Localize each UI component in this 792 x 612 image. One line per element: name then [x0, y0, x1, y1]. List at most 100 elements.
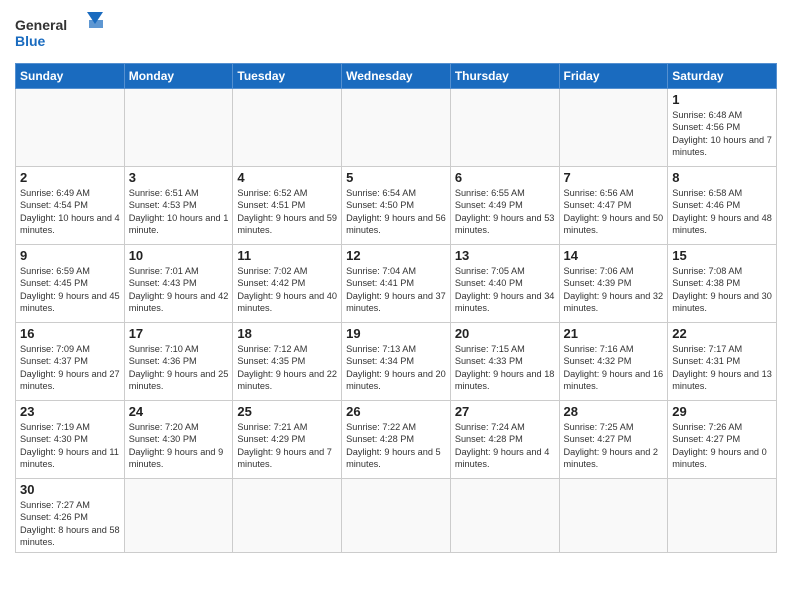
day-info: Sunrise: 6:52 AM Sunset: 4:51 PM Dayligh…	[237, 187, 337, 237]
calendar-cell: 16 Sunrise: 7:09 AM Sunset: 4:37 PM Dayli…	[16, 323, 125, 401]
calendar-cell: 3 Sunrise: 6:51 AM Sunset: 4:53 PM Daylig…	[124, 167, 233, 245]
day-number: 29	[672, 404, 772, 419]
day-number: 9	[20, 248, 120, 263]
day-info: Sunrise: 6:59 AM Sunset: 4:45 PM Dayligh…	[20, 265, 120, 315]
day-info: Sunrise: 7:06 AM Sunset: 4:39 PM Dayligh…	[564, 265, 664, 315]
page: General Blue SundayMondayTuesdayWednesda…	[0, 0, 792, 612]
calendar-cell	[559, 89, 668, 167]
calendar-cell: 22Sunrise: 7:17 AM Sunset: 4:31 PM Dayli…	[668, 323, 777, 401]
day-number: 7	[564, 170, 664, 185]
calendar-cell: 30 Sunrise: 7:27 AM Sunset: 4:26 PM Dayli…	[16, 479, 125, 553]
day-number: 25	[237, 404, 337, 419]
day-info: Sunrise: 7:09 AM Sunset: 4:37 PM Dayligh…	[20, 343, 120, 393]
day-number: 16	[20, 326, 120, 341]
calendar-cell: 27 Sunrise: 7:24 AM Sunset: 4:28 PM Dayli…	[450, 401, 559, 479]
calendar-cell: 26 Sunrise: 7:22 AM Sunset: 4:28 PM Dayli…	[342, 401, 451, 479]
day-number: 4	[237, 170, 337, 185]
calendar-cell	[450, 479, 559, 553]
day-number: 19	[346, 326, 446, 341]
day-info: Sunrise: 7:27 AM Sunset: 4:26 PM Dayligh…	[20, 499, 120, 549]
day-info: Sunrise: 7:22 AM Sunset: 4:28 PM Dayligh…	[346, 421, 446, 471]
calendar-cell	[124, 479, 233, 553]
calendar-cell: 10Sunrise: 7:01 AM Sunset: 4:43 PM Dayli…	[124, 245, 233, 323]
calendar-cell: 13 Sunrise: 7:05 AM Sunset: 4:40 PM Dayli…	[450, 245, 559, 323]
day-header-monday: Monday	[124, 64, 233, 89]
day-header-thursday: Thursday	[450, 64, 559, 89]
day-info: Sunrise: 6:48 AM Sunset: 4:56 PM Dayligh…	[672, 109, 772, 159]
calendar-cell: 18Sunrise: 7:12 AM Sunset: 4:35 PM Dayli…	[233, 323, 342, 401]
calendar-cell: 24Sunrise: 7:20 AM Sunset: 4:30 PM Dayli…	[124, 401, 233, 479]
day-info: Sunrise: 6:51 AM Sunset: 4:53 PM Dayligh…	[129, 187, 229, 237]
day-info: Sunrise: 7:01 AM Sunset: 4:43 PM Dayligh…	[129, 265, 229, 315]
week-row-3: 16 Sunrise: 7:09 AM Sunset: 4:37 PM Dayli…	[16, 323, 777, 401]
day-info: Sunrise: 7:04 AM Sunset: 4:41 PM Dayligh…	[346, 265, 446, 315]
calendar-cell	[342, 479, 451, 553]
calendar-cell	[233, 89, 342, 167]
calendar-cell: 8 Sunrise: 6:58 AM Sunset: 4:46 PM Daylig…	[668, 167, 777, 245]
calendar-cell	[450, 89, 559, 167]
calendar-cell: 12 Sunrise: 7:04 AM Sunset: 4:41 PM Dayli…	[342, 245, 451, 323]
day-info: Sunrise: 7:13 AM Sunset: 4:34 PM Dayligh…	[346, 343, 446, 393]
day-info: Sunrise: 7:10 AM Sunset: 4:36 PM Dayligh…	[129, 343, 229, 393]
day-info: Sunrise: 7:15 AM Sunset: 4:33 PM Dayligh…	[455, 343, 555, 393]
day-number: 14	[564, 248, 664, 263]
day-number: 11	[237, 248, 337, 263]
calendar-cell	[124, 89, 233, 167]
calendar-cell	[668, 479, 777, 553]
svg-text:Blue: Blue	[15, 33, 46, 49]
day-header-sunday: Sunday	[16, 64, 125, 89]
calendar-cell	[233, 479, 342, 553]
day-number: 27	[455, 404, 555, 419]
day-number: 2	[20, 170, 120, 185]
day-header-friday: Friday	[559, 64, 668, 89]
day-number: 8	[672, 170, 772, 185]
day-info: Sunrise: 7:25 AM Sunset: 4:27 PM Dayligh…	[564, 421, 664, 471]
day-number: 26	[346, 404, 446, 419]
calendar-cell: 11Sunrise: 7:02 AM Sunset: 4:42 PM Dayli…	[233, 245, 342, 323]
week-row-4: 23 Sunrise: 7:19 AM Sunset: 4:30 PM Dayli…	[16, 401, 777, 479]
day-number: 23	[20, 404, 120, 419]
week-row-2: 9 Sunrise: 6:59 AM Sunset: 4:45 PM Daylig…	[16, 245, 777, 323]
day-info: Sunrise: 7:26 AM Sunset: 4:27 PM Dayligh…	[672, 421, 772, 471]
week-row-5: 30 Sunrise: 7:27 AM Sunset: 4:26 PM Dayli…	[16, 479, 777, 553]
calendar-cell: 29 Sunrise: 7:26 AM Sunset: 4:27 PM Dayli…	[668, 401, 777, 479]
calendar-cell: 28 Sunrise: 7:25 AM Sunset: 4:27 PM Dayli…	[559, 401, 668, 479]
header: General Blue	[15, 10, 777, 55]
day-number: 12	[346, 248, 446, 263]
day-number: 21	[564, 326, 664, 341]
day-info: Sunrise: 7:24 AM Sunset: 4:28 PM Dayligh…	[455, 421, 555, 471]
day-info: Sunrise: 6:49 AM Sunset: 4:54 PM Dayligh…	[20, 187, 120, 237]
day-info: Sunrise: 6:54 AM Sunset: 4:50 PM Dayligh…	[346, 187, 446, 237]
day-info: Sunrise: 7:17 AM Sunset: 4:31 PM Dayligh…	[672, 343, 772, 393]
day-number: 5	[346, 170, 446, 185]
calendar-cell: 20 Sunrise: 7:15 AM Sunset: 4:33 PM Dayli…	[450, 323, 559, 401]
day-number: 28	[564, 404, 664, 419]
svg-text:General: General	[15, 17, 67, 33]
day-number: 13	[455, 248, 555, 263]
day-number: 3	[129, 170, 229, 185]
calendar-cell: 9 Sunrise: 6:59 AM Sunset: 4:45 PM Daylig…	[16, 245, 125, 323]
calendar-cell: 7 Sunrise: 6:56 AM Sunset: 4:47 PM Daylig…	[559, 167, 668, 245]
calendar-cell: 14 Sunrise: 7:06 AM Sunset: 4:39 PM Dayli…	[559, 245, 668, 323]
day-info: Sunrise: 7:05 AM Sunset: 4:40 PM Dayligh…	[455, 265, 555, 315]
day-number: 20	[455, 326, 555, 341]
calendar-cell: 21Sunrise: 7:16 AM Sunset: 4:32 PM Dayli…	[559, 323, 668, 401]
day-number: 6	[455, 170, 555, 185]
day-info: Sunrise: 6:55 AM Sunset: 4:49 PM Dayligh…	[455, 187, 555, 237]
day-info: Sunrise: 7:19 AM Sunset: 4:30 PM Dayligh…	[20, 421, 120, 471]
calendar-cell: 19 Sunrise: 7:13 AM Sunset: 4:34 PM Dayli…	[342, 323, 451, 401]
day-number: 30	[20, 482, 120, 497]
week-row-0: 1Sunrise: 6:48 AM Sunset: 4:56 PM Daylig…	[16, 89, 777, 167]
calendar-cell: 2 Sunrise: 6:49 AM Sunset: 4:54 PM Daylig…	[16, 167, 125, 245]
week-row-1: 2 Sunrise: 6:49 AM Sunset: 4:54 PM Daylig…	[16, 167, 777, 245]
day-info: Sunrise: 6:56 AM Sunset: 4:47 PM Dayligh…	[564, 187, 664, 237]
day-info: Sunrise: 6:58 AM Sunset: 4:46 PM Dayligh…	[672, 187, 772, 237]
calendar-cell	[559, 479, 668, 553]
day-info: Sunrise: 7:21 AM Sunset: 4:29 PM Dayligh…	[237, 421, 337, 471]
day-number: 18	[237, 326, 337, 341]
calendar-cell: 25 Sunrise: 7:21 AM Sunset: 4:29 PM Dayli…	[233, 401, 342, 479]
calendar-cell: 23 Sunrise: 7:19 AM Sunset: 4:30 PM Dayli…	[16, 401, 125, 479]
calendar-cell: 5 Sunrise: 6:54 AM Sunset: 4:50 PM Daylig…	[342, 167, 451, 245]
calendar: SundayMondayTuesdayWednesdayThursdayFrid…	[15, 63, 777, 553]
days-header-row: SundayMondayTuesdayWednesdayThursdayFrid…	[16, 64, 777, 89]
